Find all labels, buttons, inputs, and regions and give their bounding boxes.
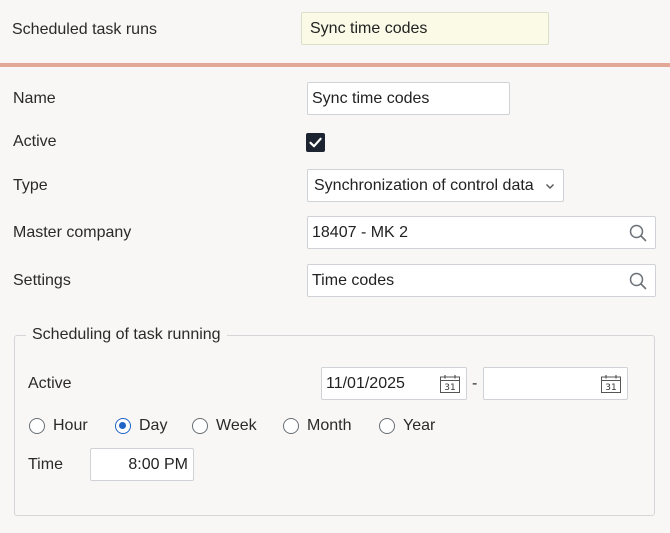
chevron-down-icon [546, 184, 554, 189]
calendar-day-text: 31 [444, 383, 455, 393]
radio-month-label: Month [307, 417, 352, 434]
master-company-value: 18407 - MK 2 [312, 224, 409, 241]
active-label: Active [13, 133, 57, 150]
scheduling-active-label: Active [28, 375, 72, 392]
radio-year[interactable] [379, 418, 395, 434]
calendar-icon[interactable]: 31 [600, 374, 622, 394]
radio-day-label: Day [139, 417, 168, 434]
type-label: Type [13, 177, 48, 194]
date-to-input[interactable]: 31 [483, 367, 628, 400]
checkmark-icon [309, 137, 322, 148]
header-divider [0, 63, 670, 67]
settings-label: Settings [13, 272, 71, 289]
radio-month[interactable] [283, 418, 299, 434]
radio-hour[interactable] [29, 418, 45, 434]
settings-input[interactable]: Time codes [307, 264, 656, 297]
date-range-separator: - [472, 375, 478, 392]
radio-week-label: Week [216, 417, 257, 434]
radio-day[interactable] [115, 418, 131, 434]
search-icon[interactable] [629, 224, 647, 242]
name-input[interactable]: Sync time codes [307, 82, 510, 115]
scheduling-legend: Scheduling of task running [26, 326, 227, 344]
master-company-input[interactable]: 18407 - MK 2 [307, 216, 656, 249]
record-name-display: Sync time codes [301, 12, 549, 45]
type-select-value: Synchronization of control data [314, 177, 534, 194]
calendar-day-text: 31 [605, 383, 616, 393]
radio-hour-label: Hour [53, 417, 88, 434]
name-label: Name [13, 90, 56, 107]
date-from-value: 11/01/2025 [326, 375, 405, 392]
date-from-input[interactable]: 11/01/2025 31 [321, 367, 467, 400]
calendar-icon[interactable]: 31 [439, 374, 461, 394]
time-label: Time [28, 456, 63, 473]
page-title: Scheduled task runs [12, 21, 157, 38]
type-select[interactable]: Synchronization of control data [307, 169, 564, 202]
master-company-label: Master company [13, 224, 132, 241]
time-input[interactable]: 8:00 PM [90, 448, 194, 481]
settings-value: Time codes [312, 272, 395, 289]
radio-year-label: Year [403, 417, 436, 434]
radio-week[interactable] [192, 418, 208, 434]
active-checkbox[interactable] [306, 133, 325, 152]
search-icon[interactable] [629, 272, 647, 290]
